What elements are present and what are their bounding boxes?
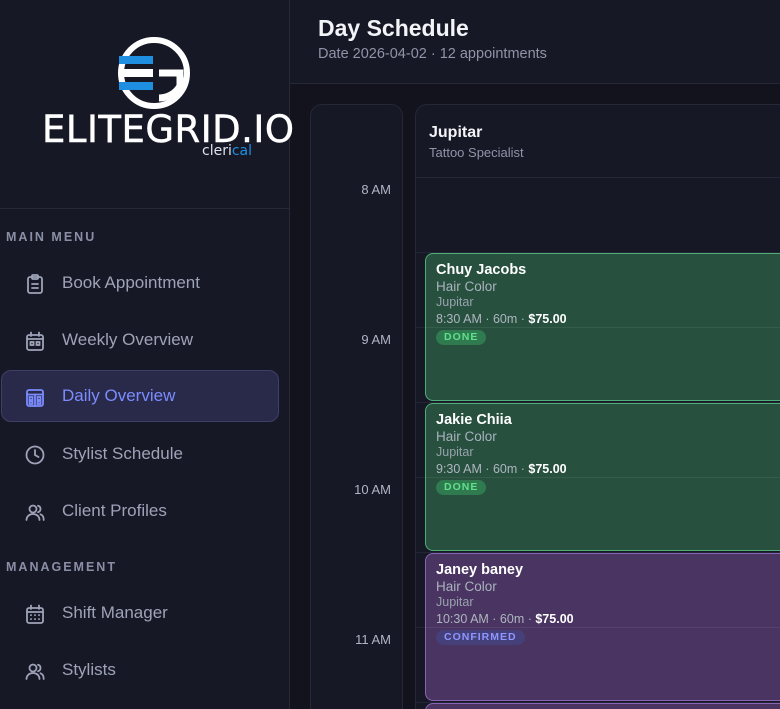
nav-label: Stylists <box>62 660 116 679</box>
nav-stylists[interactable]: Stylists <box>1 644 279 696</box>
half-hour-line <box>426 327 780 328</box>
page-header: Day Schedule Date 2026-04-02 · 12 appoin… <box>290 0 780 84</box>
appointment-stylist: Jupitar <box>436 445 474 459</box>
time-label: 11 AM <box>355 632 391 647</box>
appointment-meta: 8:30 AM · 60m · $75.00 <box>436 312 567 326</box>
clipboard-icon <box>27 274 43 294</box>
appointment-service: Hair Color <box>436 579 497 594</box>
page-subtitle: Date 2026-04-02 · 12 appointments <box>318 46 547 62</box>
nav-book-appointment[interactable]: Book Appointment <box>1 257 279 309</box>
nav-daily-overview[interactable]: Daily Overview <box>1 370 279 422</box>
users-icon <box>25 504 45 521</box>
half-hour-line <box>426 477 780 478</box>
time-label: 8 AM <box>361 182 391 197</box>
appointment-card-partial[interactable] <box>425 703 780 709</box>
nav-label: Client Profiles <box>62 501 167 520</box>
nav-label: Book Appointment <box>62 273 200 292</box>
time-column: 8 AM 9 AM 10 AM 11 AM <box>310 104 403 709</box>
time-label: 10 AM <box>354 482 391 497</box>
nav-label: Daily Overview <box>62 386 176 405</box>
users-icon <box>25 663 45 680</box>
appointment-price: $75.00 <box>528 312 567 326</box>
nav-shift-manager[interactable]: Shift Manager <box>1 587 279 639</box>
page-title: Day Schedule <box>318 15 469 41</box>
appointment-service: Hair Color <box>436 429 497 444</box>
half-hour-line <box>426 627 780 628</box>
stylist-name: Jupitar <box>429 124 483 141</box>
nav-client-profiles[interactable]: Client Profiles <box>1 485 279 537</box>
sidebar: ELITEGRID.IO clerical MAIN MENU Book App… <box>0 0 294 709</box>
brand-logo[interactable]: ELITEGRID.IO clerical <box>0 0 294 209</box>
appointment-stylist: Jupitar <box>436 595 474 609</box>
clock-icon <box>25 445 45 465</box>
status-badge: CONFIRMED <box>436 630 525 645</box>
calendar-day-icon <box>26 389 44 407</box>
section-label-main-menu: MAIN MENU <box>6 230 97 244</box>
appointment-card[interactable]: Janey baney Hair Color Jupitar 10:30 AM … <box>425 553 780 701</box>
nav-label: Weekly Overview <box>62 330 193 349</box>
calendar-week-icon <box>26 331 44 351</box>
appointment-price: $75.00 <box>528 462 567 476</box>
nav-weekly-overview[interactable]: Weekly Overview <box>1 314 279 366</box>
status-badge: DONE <box>436 330 487 345</box>
status-badge: DONE <box>436 480 487 495</box>
appointment-meta: 10:30 AM · 60m · $75.00 <box>436 612 574 626</box>
appointment-client: Jakie Chiia <box>436 412 512 428</box>
appointment-meta: 9:30 AM · 60m · $75.00 <box>436 462 567 476</box>
section-label-management: MANAGEMENT <box>6 560 117 574</box>
stylist-header: Jupitar Tattoo Specialist <box>416 105 780 178</box>
appointment-card[interactable]: Jakie Chiia Hair Color Jupitar 9:30 AM ·… <box>425 403 780 551</box>
elitegrid-logo-mark-icon <box>118 37 190 109</box>
stylist-role: Tattoo Specialist <box>429 145 524 160</box>
appointment-service: Hair Color <box>436 279 497 294</box>
calendar-grid-icon <box>26 604 44 624</box>
nav-stylist-schedule[interactable]: Stylist Schedule <box>1 428 279 480</box>
appointment-price: $75.00 <box>535 612 574 626</box>
appointment-client: Janey baney <box>436 562 524 578</box>
appointment-client: Chuy Jacobs <box>436 262 527 278</box>
appointment-card[interactable]: Chuy Jacobs Hair Color Jupitar 8:30 AM ·… <box>425 253 780 401</box>
nav-label: Shift Manager <box>62 603 168 622</box>
time-label: 9 AM <box>361 332 391 347</box>
appointment-stylist: Jupitar <box>436 295 474 309</box>
brand-subtitle: clerical <box>202 143 253 159</box>
nav-label: Stylist Schedule <box>62 444 183 463</box>
stylist-column: Jupitar Tattoo Specialist Chuy Jacobs Ha… <box>415 104 780 709</box>
